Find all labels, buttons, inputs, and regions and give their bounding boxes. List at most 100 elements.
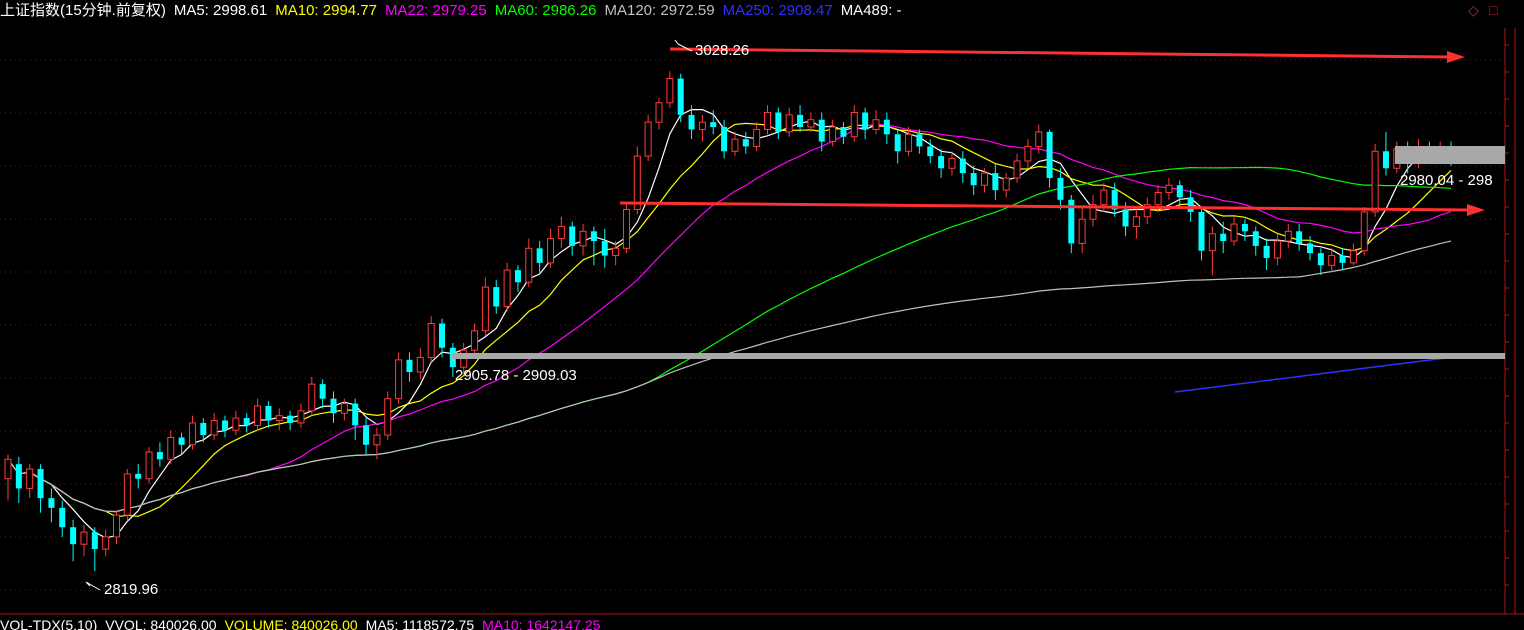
candle-body-down	[514, 270, 521, 283]
candle-body-down	[1176, 185, 1183, 198]
ma120-line	[7, 240, 1452, 513]
candle-body-down	[1057, 177, 1064, 200]
candle-body-up	[340, 403, 348, 414]
ma250-value: MA250: 2908.47	[722, 2, 833, 19]
candle-body-down	[742, 139, 749, 147]
zone2-label: 2980.04 - 298	[1400, 172, 1493, 189]
candle-body-down	[70, 527, 77, 545]
candle-body-down	[200, 422, 207, 436]
candle-body-down	[894, 134, 901, 152]
candle-body-down	[363, 425, 370, 445]
candle-body-down	[1317, 253, 1324, 266]
candle-body-up	[113, 514, 120, 538]
candle-body-up	[1328, 255, 1336, 266]
candle-body-down	[677, 78, 684, 115]
candle-body-down	[775, 112, 782, 132]
candle-body-down	[1296, 231, 1303, 244]
candle-body-up	[503, 269, 511, 308]
vvol-value: VVOL: 840026.00	[105, 617, 217, 630]
candle-body-up	[785, 114, 793, 133]
candle-body-down	[569, 226, 576, 246]
candle-body-up	[612, 247, 620, 257]
low-label: 2819.96	[104, 581, 158, 598]
candle-body-up	[525, 247, 533, 283]
candle-body-up	[850, 111, 858, 138]
candle-body-up	[872, 119, 880, 130]
candle-body-up	[1349, 250, 1357, 264]
candle-body-down	[992, 173, 999, 191]
candle-body-up	[1371, 150, 1379, 213]
candle-body-down	[493, 287, 500, 307]
candlestick-chart: 3028.26 2819.96 2905.78 - 2909.03 2980.0…	[0, 28, 1524, 615]
candle-body-down	[1220, 233, 1227, 242]
candle-body-up	[644, 121, 652, 157]
chart-title: 上证指数(15分钟.前复权)	[0, 2, 166, 19]
candle-body-up	[308, 383, 316, 412]
ma22-value: MA22: 2979.25	[385, 2, 487, 19]
candle-body-down	[959, 158, 966, 174]
candle-body-up	[1035, 131, 1043, 147]
candle-body-up	[1284, 230, 1292, 242]
ma250-line	[1174, 354, 1471, 393]
candle-body-up	[297, 410, 305, 424]
candles	[4, 71, 1455, 571]
candle-body-up	[167, 436, 175, 460]
low-pointer	[85, 581, 101, 591]
maximize-icon[interactable]: □	[1489, 2, 1497, 18]
candle-body-down	[710, 122, 717, 128]
candle-body-up	[829, 126, 837, 143]
candle-body-down	[916, 134, 923, 147]
candle-body-down	[1307, 243, 1313, 254]
candle-body-down	[1046, 131, 1053, 178]
candle-body-down	[352, 403, 359, 426]
candle-body-up	[123, 473, 131, 516]
candle-body-down	[59, 507, 66, 528]
candle-body-up	[764, 111, 771, 130]
candle-body-up	[102, 536, 110, 550]
candle-body-down	[1339, 255, 1346, 263]
candle-body-up	[1100, 189, 1108, 206]
candle-body-up	[384, 398, 392, 436]
candle-body-down	[406, 359, 413, 372]
support-zone-1	[452, 353, 1505, 359]
vol-ma5-value: MA5: 1118572.75	[365, 617, 475, 630]
candle-body-up	[981, 172, 988, 186]
restore-icon[interactable]: ◇	[1468, 2, 1479, 19]
candle-body-down	[265, 405, 272, 421]
ma5-line	[7, 109, 1452, 539]
candle-body-down	[135, 473, 142, 479]
candle-body-down	[287, 415, 294, 423]
ma10-line	[7, 122, 1452, 518]
candle-body-down	[1241, 224, 1248, 232]
candle-body-up	[210, 420, 218, 436]
candle-body-up	[1078, 218, 1086, 244]
support-arrow-head	[1467, 204, 1485, 216]
candle-body-up	[1165, 184, 1173, 194]
candle-body-up	[395, 359, 403, 400]
candle-body-down	[927, 146, 934, 157]
candle-body-up	[471, 330, 479, 351]
candle-body-down	[883, 119, 890, 135]
candle-body-up	[373, 434, 381, 446]
candle-body-up	[1360, 211, 1368, 252]
support-zone-2	[1395, 146, 1505, 164]
candle-body-down	[970, 173, 977, 186]
candle-body-up	[1208, 233, 1216, 252]
candle-body-down	[330, 398, 337, 414]
volume-value: VOLUME: 840026.00	[224, 617, 358, 630]
moving-average-lines	[7, 109, 1471, 539]
candle-body-down	[862, 112, 869, 130]
candle-body-up	[622, 208, 630, 249]
ma489-value: MA489: -	[840, 2, 902, 19]
candle-body-down	[797, 114, 804, 128]
candle-body-down	[1198, 211, 1205, 251]
candle-body-down	[37, 469, 44, 499]
candle-body-up	[655, 102, 663, 123]
vol-indicator-name: VOL-TDX(5,10)	[0, 617, 98, 630]
candle-body-down	[1122, 209, 1129, 227]
indicator-header: 上证指数(15分钟.前复权) MA5: 2998.61 MA10: 2994.77 M…	[0, 0, 1524, 24]
candle-body-up	[80, 531, 88, 545]
high-label: 3028.26	[695, 42, 749, 59]
candle-body-up	[905, 133, 913, 152]
candle-body-up	[481, 286, 489, 332]
